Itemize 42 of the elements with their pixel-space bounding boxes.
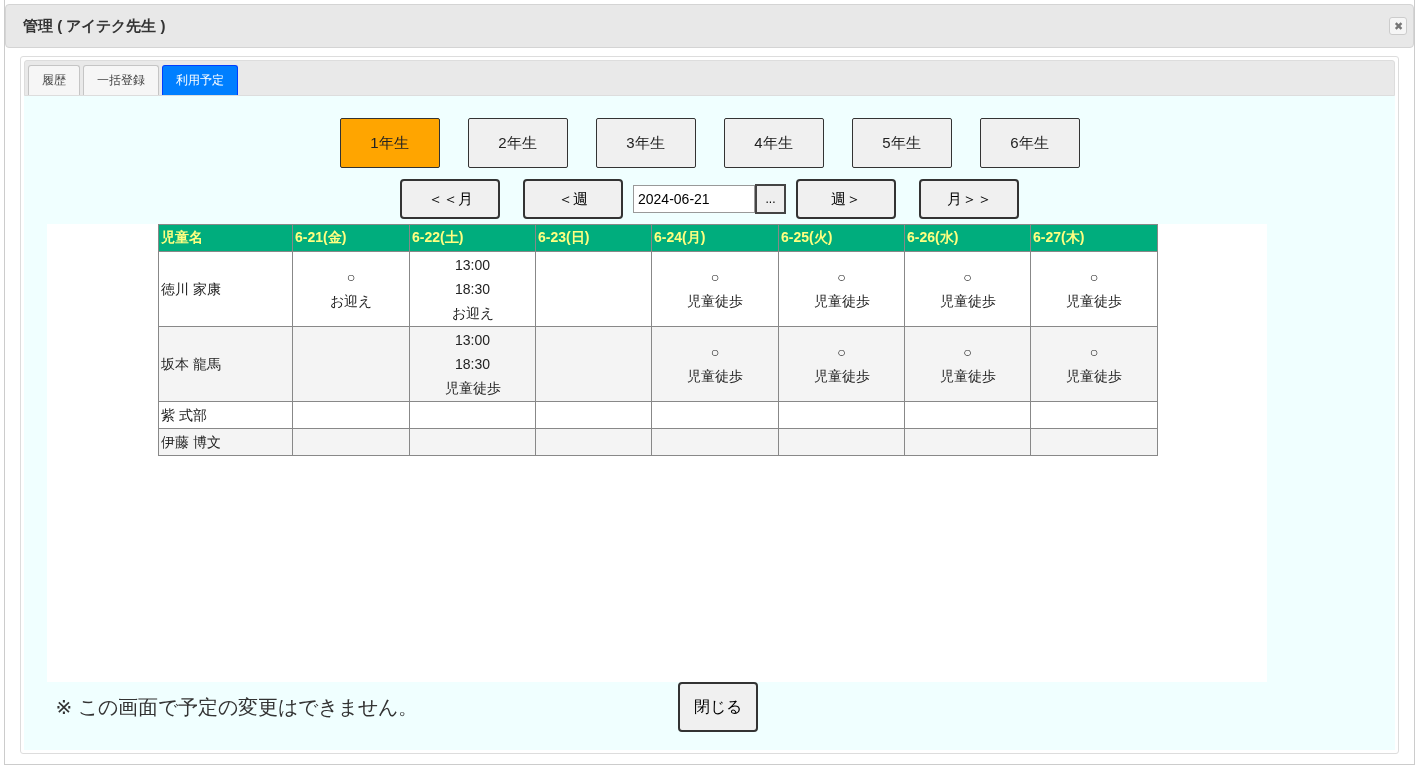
column-header: 6-23(日) bbox=[535, 224, 652, 252]
table-cell: ○ 児童徒歩 bbox=[651, 251, 779, 327]
column-header: 6-25(火) bbox=[778, 224, 905, 252]
table-cell: ○ 児童徒歩 bbox=[778, 251, 905, 327]
next-month-button[interactable]: 月＞＞ bbox=[919, 179, 1019, 219]
close-button[interactable]: ✖ bbox=[1389, 17, 1407, 35]
table-cell: ○ お迎え bbox=[292, 251, 410, 327]
close-dialog-button[interactable]: 閉じる bbox=[677, 682, 758, 732]
date-field[interactable]: 2024-06-21 bbox=[633, 185, 755, 213]
date-picker-button[interactable]: ... bbox=[755, 184, 786, 214]
prev-month-button[interactable]: ＜＜月 bbox=[400, 179, 500, 219]
table-cell: 伊藤 博文 bbox=[158, 428, 293, 456]
table-cell: 13:00 18:30 児童徒歩 bbox=[409, 326, 536, 402]
table-cell: ○ 児童徒歩 bbox=[651, 326, 779, 402]
table-cell: 坂本 龍馬 bbox=[158, 326, 293, 402]
grade-button[interactable]: 1年生 bbox=[339, 118, 440, 168]
tab[interactable]: 一括登録 bbox=[83, 65, 159, 95]
table-cell: 徳川 家康 bbox=[158, 251, 293, 327]
table-cell: ○ 児童徒歩 bbox=[904, 326, 1031, 402]
column-header: 6-24(月) bbox=[651, 224, 779, 252]
next-week-button[interactable]: 週＞ bbox=[796, 179, 896, 219]
grade-button[interactable]: 4年生 bbox=[723, 118, 824, 168]
table-cell: ○ 児童徒歩 bbox=[1030, 326, 1158, 402]
table-cell: 13:00 18:30 お迎え bbox=[409, 251, 536, 327]
window-title: 管理 ( アイテク先生 ) bbox=[23, 16, 166, 36]
tab[interactable]: 履歴 bbox=[28, 65, 80, 95]
table-cell: ○ 児童徒歩 bbox=[1030, 251, 1158, 327]
column-header: 6-22(土) bbox=[409, 224, 536, 252]
column-header: 6-21(金) bbox=[292, 224, 410, 252]
grade-button[interactable]: 5年生 bbox=[851, 118, 952, 168]
prev-week-button[interactable]: ＜週 bbox=[523, 179, 623, 219]
grade-button[interactable]: 2年生 bbox=[467, 118, 568, 168]
table-cell: ○ 児童徒歩 bbox=[904, 251, 1031, 327]
notice-text: ※ この画面で予定の変更はできません。 bbox=[55, 694, 419, 720]
tab[interactable]: 利用予定 bbox=[162, 65, 238, 95]
column-header: 6-27(木) bbox=[1030, 224, 1158, 252]
grade-button[interactable]: 6年生 bbox=[979, 118, 1080, 168]
table-cell: ○ 児童徒歩 bbox=[778, 326, 905, 402]
table-cell: 紫 式部 bbox=[158, 401, 293, 429]
column-header: 児童名 bbox=[158, 224, 293, 252]
column-header: 6-26(水) bbox=[904, 224, 1031, 252]
grade-button[interactable]: 3年生 bbox=[595, 118, 696, 168]
